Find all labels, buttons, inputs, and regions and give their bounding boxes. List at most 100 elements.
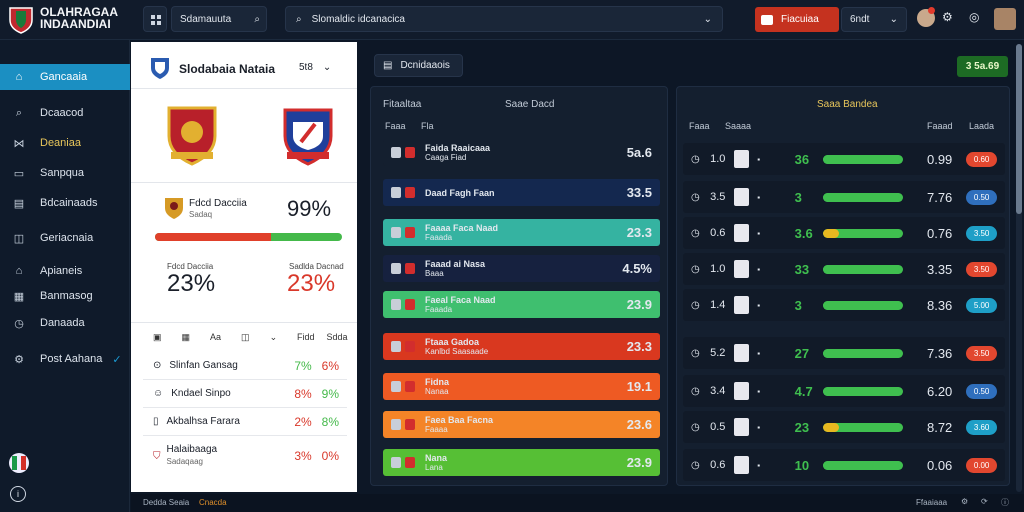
info-icon[interactable]: i (10, 486, 26, 502)
home-crest-icon (391, 457, 401, 468)
settings-icon[interactable]: ⚙ (942, 10, 953, 24)
match-value: 4.5% (622, 261, 652, 276)
list-item[interactable]: ⛉ Halaibaaga Sadaqaag 3% 0% (143, 438, 347, 474)
odds-row[interactable]: ◷ 0.5 ▪ 23 8.72 3.60 (683, 411, 1005, 443)
odds-row[interactable]: ◷ 1.0 ▪ 33 3.35 3.50 (683, 253, 1005, 285)
team-crest-icon (734, 296, 750, 314)
settings-icon[interactable]: ⚙ (961, 497, 968, 506)
odds-row[interactable]: ◷ 0.6 ▪ 10 0.06 0.00 (683, 449, 1005, 481)
column-header: Fitaaltaa (383, 99, 422, 110)
team-crest-icon (734, 260, 750, 278)
panel-score[interactable]: 5t8 ⌄ (299, 62, 331, 73)
home-crest-icon (391, 227, 401, 238)
match-row[interactable]: Faeal Faca Naad Faaada 23.9 (383, 291, 660, 318)
odds-number: 36 (794, 151, 810, 167)
list-item[interactable]: ▯ Akbalhsa Farara 2% 8% (143, 408, 347, 436)
search-box-small[interactable]: Sdamauuta ⌕ (171, 6, 267, 32)
odds-a: 3.4 (710, 385, 726, 397)
odds-pill[interactable]: 0.00 (966, 457, 998, 473)
sidebar-item-6[interactable]: ◫ Geriacnaia (0, 225, 130, 251)
sidebar-item-label: Bdcainaads (40, 197, 98, 209)
sidebar-item-9[interactable]: ◷ Danaada (0, 310, 130, 336)
match-sub: Faaaa (425, 424, 448, 434)
info-icon[interactable]: ⓘ (1001, 497, 1009, 508)
odds-button[interactable]: 3 5a.69 (957, 56, 1008, 77)
odds-row[interactable]: ◷ 3.4 ▪ 4.7 6.20 0.50 (683, 375, 1005, 407)
sidebar-item-2[interactable]: ⌕ Dcaacod (0, 100, 130, 126)
grid-icon[interactable]: ▦ (182, 332, 191, 343)
brand-name[interactable]: OLAHRAGAA INDAANDIAI (40, 6, 118, 30)
match-name: Faaaa Faca Naad (425, 222, 499, 233)
odds-pill[interactable]: 5.00 (966, 297, 998, 313)
menu-button[interactable] (143, 6, 167, 32)
match-row[interactable]: Nana Lana 23.9 (383, 449, 660, 476)
match-row[interactable]: Faea Baa Facna Faaaa 23.6 (383, 411, 660, 438)
odds-a: 0.5 (710, 421, 726, 433)
odds-value: 0.76 (926, 225, 953, 241)
odds-row[interactable]: ◷ 1.4 ▪ 3 8.36 5.00 (683, 289, 1005, 321)
match-name: Faida Raaicaaa (425, 142, 491, 153)
sidebar-item-1[interactable]: ⌂ Gancaaia (0, 64, 130, 90)
sidebar-item-7[interactable]: ⌂ Apianeis (0, 258, 130, 284)
refresh-icon[interactable]: ⟳ (981, 497, 988, 506)
team-names: ▪ (757, 228, 761, 238)
sidebar-item-8[interactable]: ▦ Banmasog (0, 283, 130, 309)
stat-a: 8% (294, 386, 312, 401)
away-crest-icon (405, 381, 415, 392)
odds-pill[interactable]: 0.60 (966, 151, 998, 167)
odds-row[interactable]: ◷ 5.2 ▪ 27 7.36 3.50 (683, 337, 1005, 369)
team-crest-icon (734, 418, 750, 436)
match-row[interactable]: Fidna Nanaa 19.1 (383, 373, 660, 400)
sidebar-item-10[interactable]: ⚙ Post Aahana ✓ (0, 346, 130, 372)
notification-dot (928, 7, 935, 14)
list-item-name: Kndael Sinpo (171, 388, 231, 399)
list-item[interactable]: ⊙ Slinfan Gansag 7% 6% (143, 352, 347, 380)
panel-score-value: 5t8 (299, 62, 313, 73)
tv-icon (761, 14, 773, 25)
odds-row[interactable]: ◷ 3.5 ▪ 3 7.76 0.50 (683, 181, 1005, 213)
match-row[interactable]: Ftaaa Gadoa Kanlbd Saasaade 23.3 (383, 333, 660, 360)
odds-pill[interactable]: 3.50 (966, 225, 998, 241)
filter-button[interactable]: ▤ Dcnidaaois (374, 54, 463, 77)
main-search-input[interactable]: ⌕ Slomaldic idcanacica ⌄ (285, 6, 723, 32)
column-header: Faaad (927, 121, 953, 131)
brand-logo-icon (9, 7, 33, 34)
possession-bar (155, 233, 342, 241)
odds-pill[interactable]: 3.60 (966, 419, 998, 435)
match-row[interactable]: Daad Fagh Faan 33.5 (383, 179, 660, 206)
account-menu[interactable]: 6ndt ⌄ (841, 7, 907, 32)
match-name: Fidna (425, 376, 449, 387)
window-icon[interactable]: ◫ (241, 332, 250, 343)
sidebar-item-5[interactable]: ▤ Bdcainaads (0, 190, 130, 216)
sidebar-item-4[interactable]: ▭ Sanpqua (0, 160, 130, 186)
document-icon: ▯ (153, 416, 159, 427)
odds-row[interactable]: ◷ 1.0 ▪ 36 0.99 0.60 (683, 143, 1005, 175)
match-row[interactable]: Faaaa Faca Naad Faaada 23.3 (383, 219, 660, 246)
chevron-down-icon[interactable]: ⌄ (270, 332, 278, 343)
column-header: Saaaa (725, 121, 752, 131)
live-button[interactable]: Fiacuiaa (755, 7, 839, 32)
match-name: Faaad ai Nasa (425, 258, 486, 269)
scrollbar-thumb[interactable] (1016, 44, 1022, 214)
match-row[interactable]: Faida Raaicaaa Caaga Fiad 5a.6 (383, 139, 660, 166)
team-sublabel: Sadaq (189, 210, 213, 219)
matches-panel: Fitaaltaa Saae Dacd Faaa Fla Faida Raaic… (370, 86, 668, 486)
odds-pill[interactable]: 3.50 (966, 345, 998, 361)
list-item[interactable]: ☺ Kndael Sinpo 8% 9% (143, 380, 347, 408)
sidebar-item-3[interactable]: ⋈ Deaniaa (0, 130, 130, 156)
list-item-name: Slinfan Gansag (169, 360, 238, 371)
odds-pill[interactable]: 0.50 (966, 189, 998, 205)
odds-a: 5.2 (710, 347, 726, 359)
team-names: ▪ (757, 460, 761, 470)
odds-pill[interactable]: 3.50 (966, 261, 998, 277)
help-icon[interactable]: ◎ (969, 10, 979, 24)
match-row[interactable]: Faaad ai Nasa Baaa 4.5% (383, 255, 660, 282)
odds-pill[interactable]: 0.50 (966, 383, 998, 399)
table-icon[interactable]: ▣ (153, 332, 162, 343)
odds-row[interactable]: ◷ 0.6 ▪ 3.6 0.76 3.50 (683, 217, 1005, 249)
scrollbar[interactable] (1016, 44, 1022, 492)
match-sub: Faaada (425, 232, 453, 242)
profile-avatar[interactable] (994, 8, 1016, 30)
team-crest-icon (734, 344, 750, 362)
home-icon: ⌂ (15, 265, 23, 277)
